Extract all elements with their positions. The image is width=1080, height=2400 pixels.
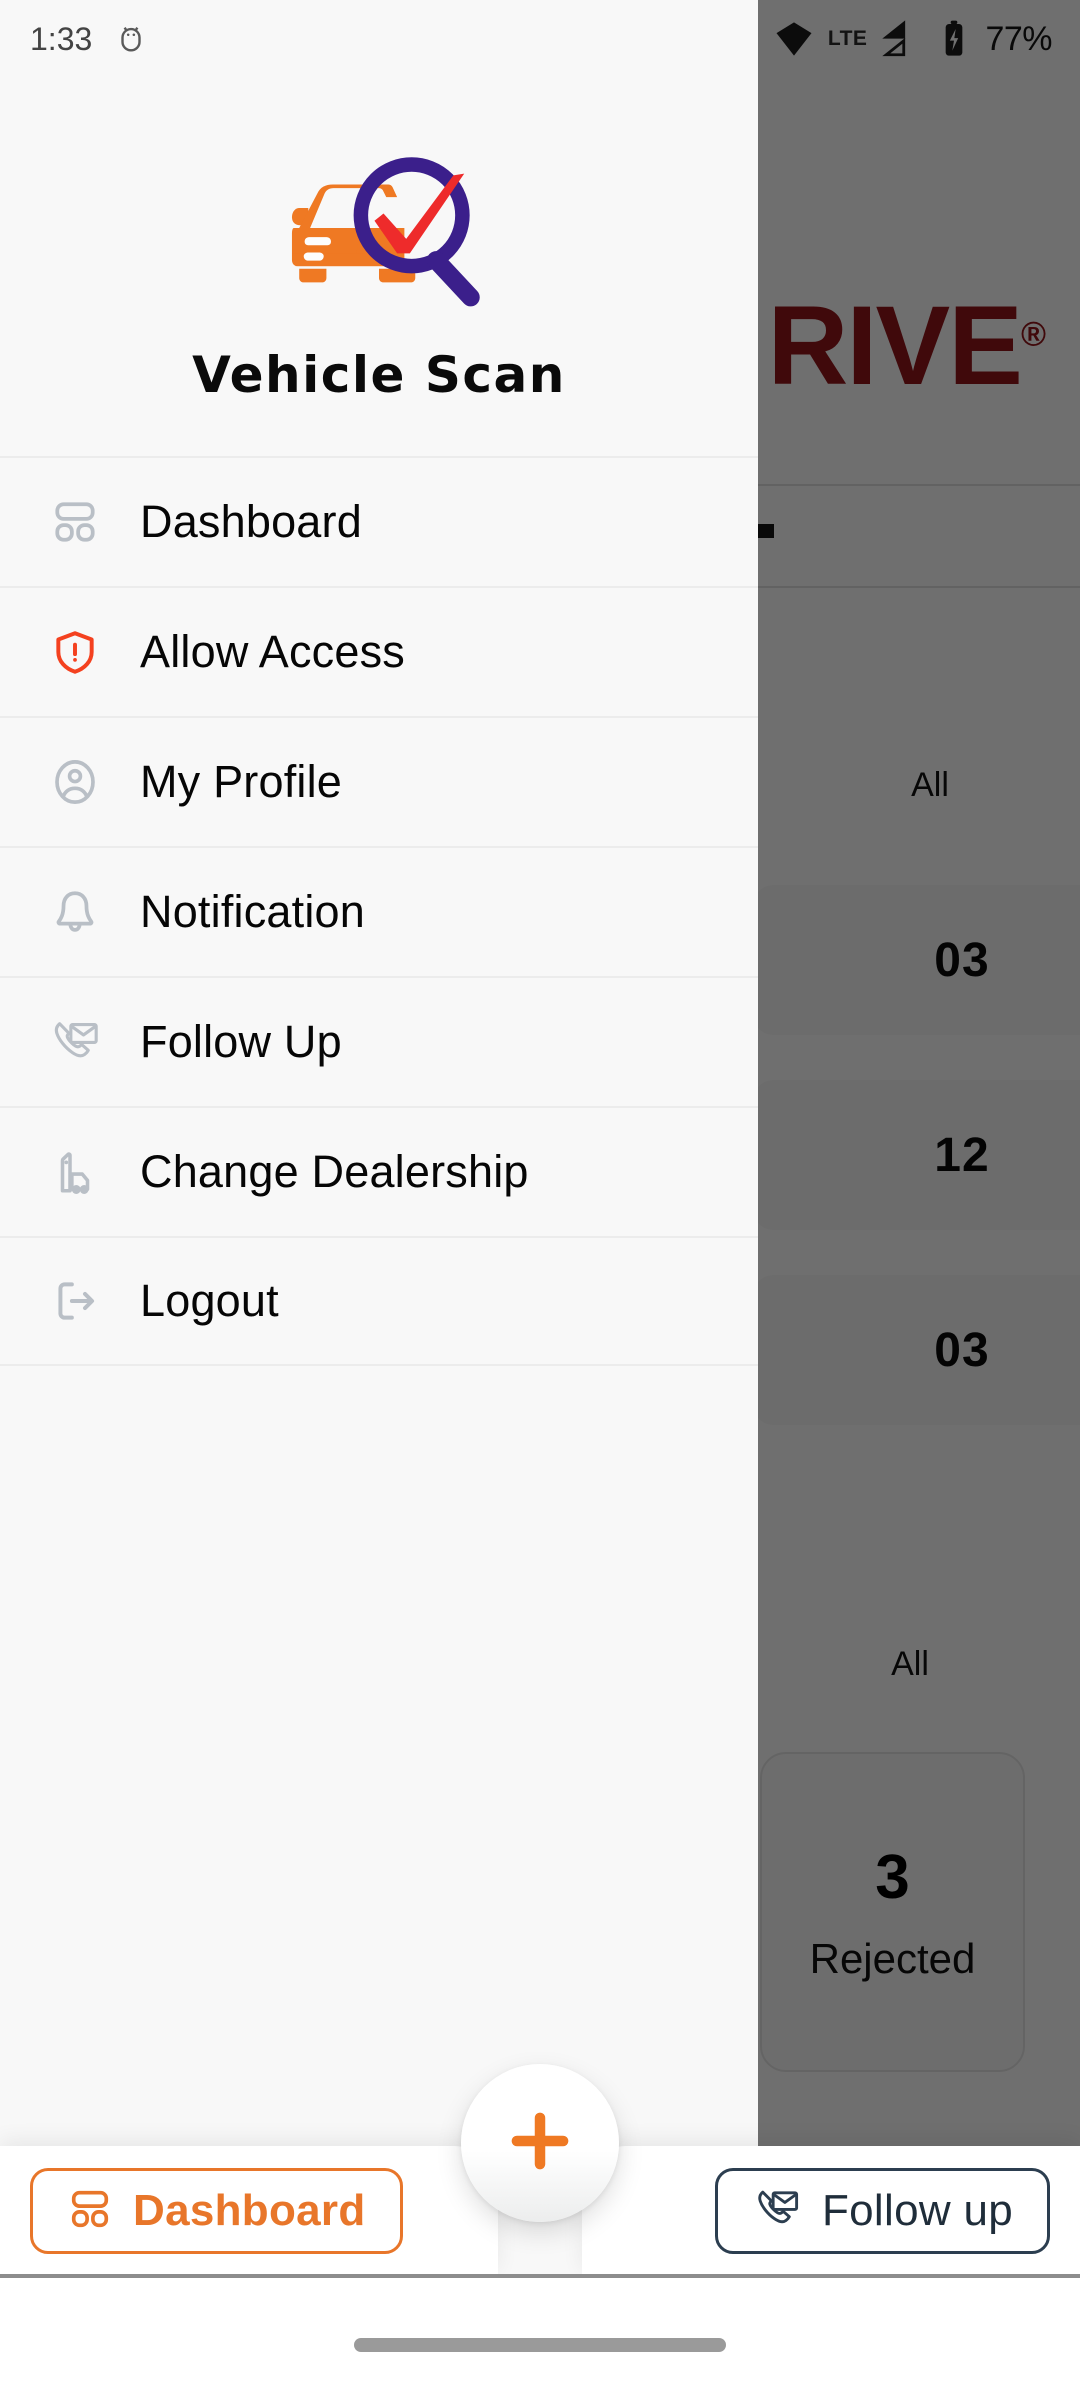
dealership-building-icon [44, 1141, 106, 1203]
home-indicator[interactable] [354, 2338, 726, 2352]
sidebar-item-notification[interactable]: Notification [0, 846, 758, 976]
shield-alert-icon [44, 621, 106, 683]
sidebar-item-label: My Profile [140, 756, 343, 807]
sidebar-item-my-profile[interactable]: My Profile [0, 716, 758, 846]
followup-tab-label: Follow up [821, 2186, 1013, 2235]
user-circle-icon [44, 751, 106, 813]
phone-envelope-icon [44, 1011, 106, 1073]
sidebar-item-change-dealership[interactable]: Change Dealership [0, 1106, 758, 1236]
dashboard-tab-label: Dashboard [133, 2186, 366, 2235]
sidebar-item-label: Logout [140, 1275, 279, 1326]
app-title: Vehicle Scan [192, 346, 566, 404]
navigation-drawer: 1:33 Vehicle Scan Dashboard Allow Access… [0, 0, 758, 2400]
status-bar: 1:33 [0, 0, 758, 78]
sidebar-item-label: Dashboard [140, 496, 362, 547]
sidebar-item-follow-up[interactable]: Follow Up [0, 976, 758, 1106]
followup-tab-button[interactable]: Follow up [714, 2168, 1050, 2254]
drawer-header: Vehicle Scan [0, 78, 758, 404]
phone-screen: LTE 77% RIVE® [0, 0, 1080, 2400]
dashboard-tab-button[interactable]: Dashboard [30, 2168, 403, 2254]
phone-envelope-icon [752, 2184, 802, 2239]
bottom-bar-right-section: Follow up [582, 2146, 1080, 2276]
sidebar-item-logout[interactable]: Logout [0, 1236, 758, 1366]
dashboard-grid-icon [44, 491, 106, 553]
navigation-divider [0, 2274, 1080, 2278]
status-bar-time: 1:33 [30, 20, 93, 57]
bell-icon [44, 881, 106, 943]
add-floating-action-button[interactable] [461, 2064, 619, 2222]
sidebar-item-label: Change Dealership [140, 1146, 529, 1197]
sidebar-item-label: Notification [140, 886, 366, 937]
android-robot-icon [114, 22, 148, 56]
logout-arrow-icon [44, 1270, 106, 1332]
sidebar-item-label: Follow Up [140, 1016, 342, 1067]
bottom-bar-left-section: Dashboard [0, 2146, 498, 2276]
sidebar-item-allow-access[interactable]: Allow Access [0, 586, 758, 716]
sidebar-item-label: Allow Access [140, 626, 405, 677]
dashboard-grid-icon [67, 2186, 113, 2237]
plus-icon [503, 2104, 577, 2183]
vehicle-scan-logo [243, 130, 515, 326]
sidebar-item-dashboard[interactable]: Dashboard [0, 456, 758, 586]
drawer-menu: Dashboard Allow Access My Profile Notifi… [0, 456, 758, 1366]
